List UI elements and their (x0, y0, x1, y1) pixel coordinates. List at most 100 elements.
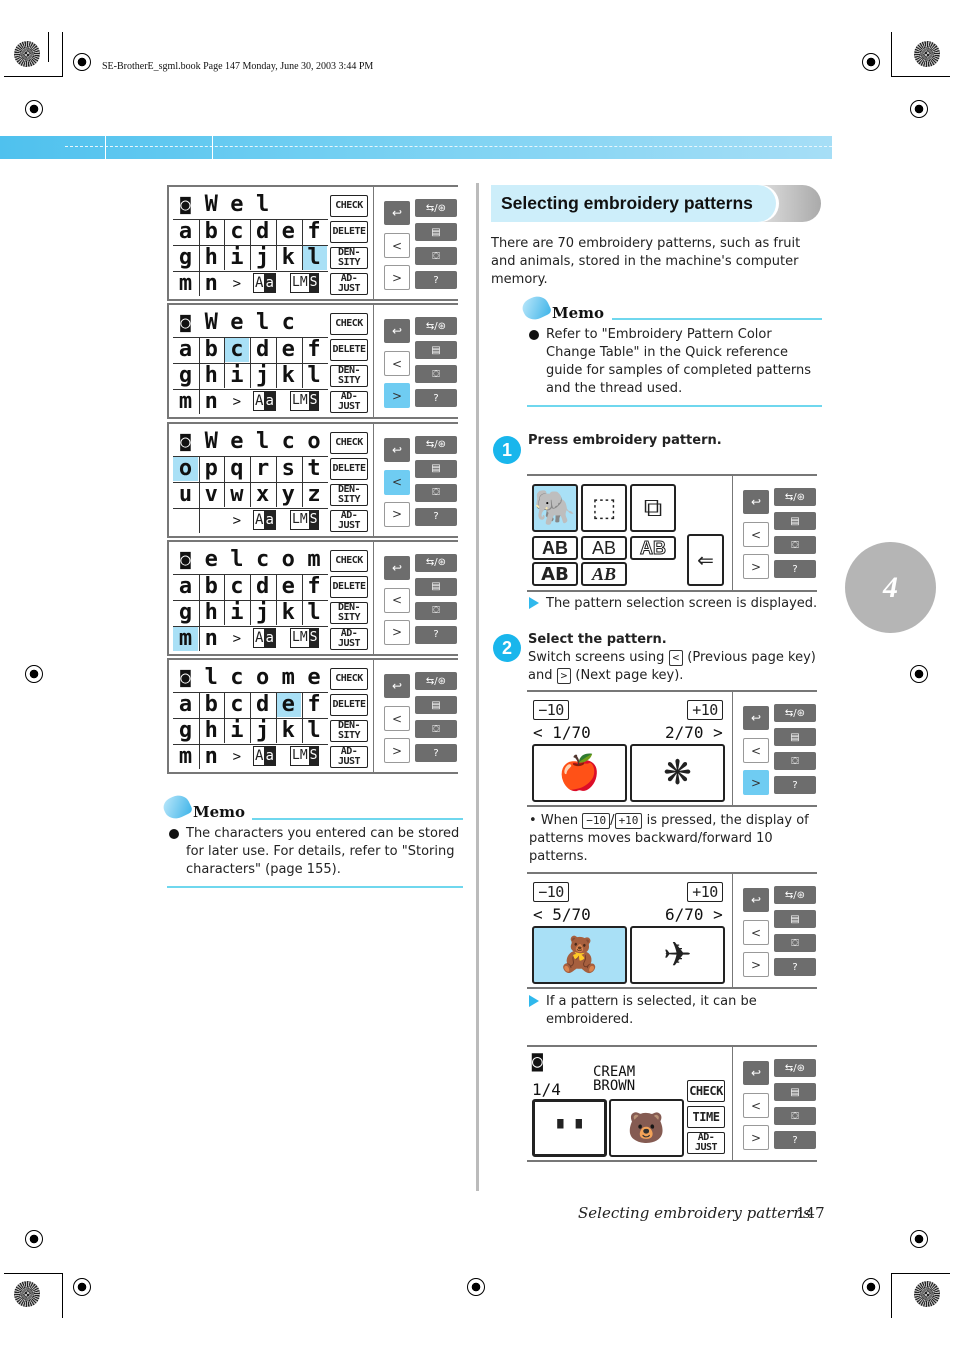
help-button[interactable]: ? (774, 776, 816, 794)
case-toggle[interactable]: Aa (253, 273, 276, 293)
letter-key[interactable]: c (224, 693, 249, 717)
embroidery-button[interactable]: ⛋ (415, 483, 457, 502)
letter-key[interactable]: i (224, 600, 249, 625)
help-button[interactable]: ? (774, 560, 816, 578)
letter-key[interactable]: i (224, 719, 249, 743)
density-button[interactable]: DEN- SITY (330, 720, 368, 743)
letter-key[interactable]: c (224, 574, 249, 599)
letter-key[interactable]: d (250, 220, 275, 244)
letter-key[interactable]: z (302, 482, 327, 507)
next-page-button[interactable]: > (743, 1125, 769, 1150)
more-arrow[interactable]: > (224, 509, 249, 533)
zoom-icon[interactable]: ◙ (173, 193, 198, 217)
back-button[interactable]: ↩ (384, 201, 410, 225)
page-button[interactable]: ▤ (415, 223, 457, 241)
letter-key[interactable]: d (250, 574, 275, 599)
page-button[interactable]: ▤ (774, 1083, 816, 1101)
size-toggle[interactable]: LM S (290, 273, 320, 293)
back-button[interactable]: ↩ (743, 490, 769, 514)
letter-key[interactable] (173, 509, 198, 533)
next-page-button[interactable]: > (743, 554, 769, 579)
size-toggle[interactable]: LM S (290, 391, 320, 412)
letter-key[interactable]: m (173, 390, 198, 414)
letter-key[interactable]: d (250, 338, 275, 362)
letter-key[interactable]: m (173, 272, 198, 296)
letter-key[interactable]: v (199, 482, 224, 507)
letter-key[interactable]: k (276, 246, 301, 270)
pattern-button[interactable]: ❋ (630, 744, 725, 802)
check-button[interactable]: CHECK (330, 549, 368, 572)
letter-key[interactable]: k (276, 600, 301, 625)
letter-key[interactable]: a (173, 574, 198, 599)
letter-key[interactable]: l (301, 246, 327, 270)
letter-key[interactable]: c (224, 338, 250, 363)
letter-key[interactable]: l (302, 600, 327, 625)
more-arrow[interactable]: > (224, 272, 249, 296)
letter-key[interactable]: x (250, 482, 275, 507)
zoom-icon[interactable]: ◙ (532, 1051, 543, 1072)
next-page-button[interactable]: > (384, 738, 410, 764)
help-button[interactable]: ? (774, 1131, 816, 1149)
previous-page-button[interactable]: < (743, 1093, 769, 1118)
adjust-button[interactable]: AD- JUST (330, 627, 368, 650)
delete-button[interactable]: DELETE (330, 457, 368, 480)
previous-page-button[interactable]: < (384, 469, 410, 495)
letter-key[interactable]: p (199, 456, 224, 481)
letter-key[interactable]: j (250, 246, 275, 270)
page-button[interactable]: ▤ (774, 512, 816, 530)
time-button[interactable]: TIME (687, 1106, 725, 1128)
mode-switch-button[interactable]: ⇆/⊛ (415, 199, 457, 217)
page-button[interactable]: ▤ (774, 728, 816, 746)
delete-button[interactable]: DELETE (330, 694, 368, 717)
zoom-icon[interactable]: ◙ (173, 311, 198, 335)
letter-key[interactable]: d (250, 693, 275, 717)
letter-key[interactable]: g (173, 364, 198, 388)
letter-key[interactable]: e (276, 574, 301, 599)
density-button[interactable]: DEN- SITY (330, 365, 368, 388)
delete-button[interactable]: DELETE (330, 339, 368, 362)
letter-key[interactable]: b (199, 338, 224, 362)
letter-key[interactable]: e (275, 693, 301, 718)
font-button[interactable]: AB (581, 562, 627, 586)
letter-key[interactable]: y (276, 482, 301, 507)
font-button[interactable]: AB (630, 536, 676, 560)
letter-key[interactable]: j (250, 719, 275, 743)
back-button[interactable]: ↩ (743, 888, 769, 912)
case-toggle[interactable]: Aa (253, 627, 276, 648)
embroidery-button[interactable]: ⛋ (415, 247, 457, 265)
embroidery-unit-icon[interactable]: ⇐ (687, 534, 724, 586)
zoom-icon[interactable]: ◙ (173, 430, 198, 454)
density-button[interactable]: DEN- SITY (330, 601, 368, 624)
mode-switch-button[interactable]: ⇆/⊛ (415, 553, 457, 572)
minus-10-button[interactable]: −10 (533, 700, 569, 720)
case-toggle[interactable]: Aa (253, 509, 276, 530)
memory-button[interactable]: ⧉ (630, 484, 676, 532)
letter-key[interactable]: u (173, 482, 198, 507)
help-button[interactable]: ? (415, 389, 457, 408)
letter-key[interactable]: b (199, 220, 224, 244)
next-page-button[interactable]: > (743, 770, 769, 795)
letter-key[interactable]: m (173, 745, 198, 769)
adjust-button[interactable]: AD- JUST (330, 746, 368, 769)
back-button[interactable]: ↩ (384, 437, 410, 462)
letter-key[interactable]: l (302, 719, 327, 743)
font-button[interactable]: AB (581, 536, 627, 560)
letter-key[interactable]: s (276, 456, 301, 481)
letter-key[interactable]: r (250, 456, 275, 481)
letter-key[interactable]: f (302, 220, 327, 244)
letter-key[interactable]: h (199, 600, 224, 625)
letter-key[interactable]: e (276, 338, 301, 362)
previous-page-button[interactable]: < (384, 351, 410, 377)
letter-key[interactable]: i (224, 246, 249, 270)
mode-switch-button[interactable]: ⇆/⊛ (415, 435, 457, 454)
next-page-button[interactable]: > (743, 952, 769, 977)
check-button[interactable]: CHECK (330, 313, 368, 336)
back-button[interactable]: ↩ (384, 555, 410, 580)
previous-page-button[interactable]: < (743, 738, 769, 763)
next-page-button[interactable]: > (384, 265, 410, 290)
delete-button[interactable]: DELETE (330, 575, 368, 598)
help-button[interactable]: ? (415, 507, 457, 526)
zoom-icon[interactable]: ◙ (173, 666, 198, 690)
letter-key[interactable]: a (173, 338, 198, 362)
help-button[interactable]: ? (415, 625, 457, 644)
